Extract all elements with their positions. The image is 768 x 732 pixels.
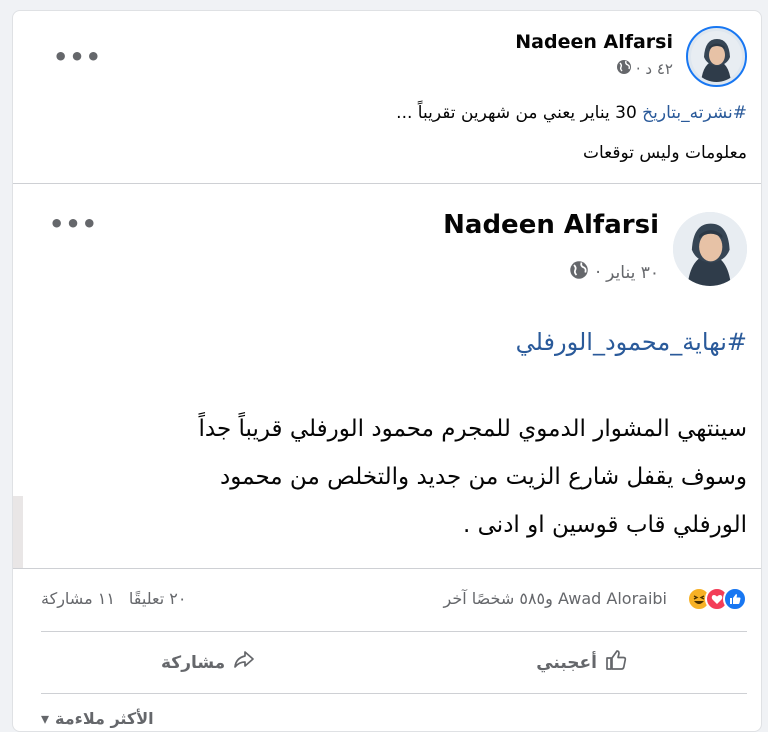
reactions-summary[interactable]: Awad Aloraibi و٥٨٥ شخصًا آخر (444, 589, 667, 608)
globe-icon (569, 260, 589, 285)
outer-post-more-button[interactable]: ••• (53, 45, 102, 69)
shared-post-meta: ٣٠ يناير · (569, 260, 659, 285)
share-arrow-icon (233, 649, 255, 676)
shared-post-time[interactable]: ٣٠ يناير · (595, 263, 659, 283)
outer-post-time[interactable]: ٤٢ د · (636, 60, 673, 78)
shared-post-body-line2: وسوف يقفل شارع الزيت من جديد والتخلص من … (220, 464, 747, 490)
shared-post-author-name[interactable]: Nadeen Alfarsi (443, 210, 659, 240)
shared-post-more-button[interactable]: ••• (49, 212, 98, 236)
shared-post[interactable]: ••• Nadeen Alfarsi ٣٠ يناير · #نهاية_محم… (13, 183, 761, 569)
shares-count[interactable]: ١١ مشاركة (41, 589, 115, 608)
outer-post-meta: ٤٢ د · (616, 59, 673, 79)
thumbs-up-icon (605, 649, 627, 676)
engagement-counts: ٢٠ تعليقًا ١١ مشاركة (41, 589, 186, 608)
chevron-down-icon: ▾ (41, 709, 50, 728)
outer-post-hashtag[interactable]: #نشرته_بتاريخ (642, 103, 747, 123)
reaction-icons[interactable] (687, 587, 747, 611)
shared-post-hashtag[interactable]: #نهاية_محمود_الورفلي (516, 328, 747, 356)
stats-divider (41, 631, 747, 632)
outer-post-avatar[interactable] (686, 26, 747, 87)
comments-count[interactable]: ٢٠ تعليقًا (129, 589, 187, 608)
globe-icon (616, 59, 632, 79)
actions-divider (41, 693, 747, 694)
shared-post-avatar[interactable] (673, 212, 747, 286)
shared-post-left-edge (13, 496, 23, 568)
share-button[interactable]: مشاركة (161, 649, 255, 676)
outer-post-text-rest: 30 يناير يعني من شهرين تقريباً ... (396, 103, 643, 123)
outer-post-text-line1: #نشرته_بتاريخ 30 يناير يعني من شهرين تقر… (396, 103, 747, 123)
outer-post-text-line2: معلومات وليس توقعات (582, 143, 747, 163)
outer-post-author-name[interactable]: Nadeen Alfarsi (515, 31, 673, 53)
like-icon (723, 587, 747, 611)
shared-post-body-line1: سينتهي المشوار الدموي للمجرم محمود الورف… (198, 416, 747, 442)
comments-sort-dropdown[interactable]: الأكثر ملاءمة ▾ (41, 709, 154, 728)
post-card: ••• Nadeen Alfarsi ٤٢ د · #نشرته_بتاريخ … (12, 10, 762, 732)
like-button[interactable]: أعجبني (536, 649, 627, 676)
share-label: مشاركة (161, 652, 226, 673)
comments-sort-label: الأكثر ملاءمة (55, 709, 154, 728)
shared-post-body-line3: الورفلي قاب قوسين او ادنى . (463, 512, 747, 538)
like-label: أعجبني (536, 652, 597, 673)
